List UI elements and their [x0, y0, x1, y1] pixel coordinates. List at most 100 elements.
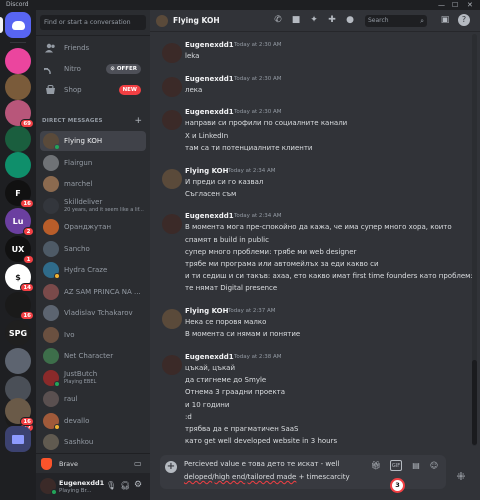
friends-icon: [44, 42, 56, 54]
voice-call-icon[interactable]: ✆: [272, 14, 284, 26]
unread-badge: 2: [23, 227, 34, 236]
avatar[interactable]: [162, 214, 182, 235]
server-icon[interactable]: 16: [5, 398, 34, 426]
sticker-icon[interactable]: ▤: [410, 460, 422, 471]
message-text: супер много проблеми: трябе ми web desig…: [185, 247, 357, 256]
server-icon[interactable]: $14: [5, 264, 34, 292]
dm-item[interactable]: devallo: [40, 411, 146, 431]
apps-icon[interactable]: ⁜: [452, 468, 470, 486]
header-avatar: [156, 15, 168, 27]
dm-name: AZ SAM PRINCA NA ...: [64, 287, 141, 296]
dm-item[interactable]: JustButch Playing EBEL: [40, 368, 146, 388]
server-icon[interactable]: 69: [5, 100, 34, 128]
headphones-icon[interactable]: 🎧︎: [120, 481, 130, 490]
sidebar-item-friends[interactable]: Friends: [40, 39, 146, 57]
user-panel: Eugenexdd1 Playing Br... 🎙︎ 🎧︎ ⚙: [36, 473, 150, 500]
gift-icon[interactable]: 🎁︎: [370, 460, 382, 471]
avatar[interactable]: [162, 76, 182, 97]
dm-item[interactable]: Sancho: [40, 239, 146, 259]
inbox-icon[interactable]: ▣: [439, 14, 451, 26]
avatar[interactable]: [162, 355, 182, 375]
composer-text-line2[interactable]: deloped/high end/tailored made + timesca…: [184, 473, 350, 481]
composer-text-line1[interactable]: Percieved value e това дето те искат - w…: [184, 460, 339, 468]
user-profile-icon[interactable]: ●: [344, 14, 356, 26]
upload-plus-icon[interactable]: +: [165, 461, 177, 473]
dm-name: Sashkou: [64, 438, 94, 446]
close-button[interactable]: ✕: [467, 0, 473, 10]
search-input[interactable]: Search ⌕: [365, 15, 427, 27]
server-icon[interactable]: [5, 152, 31, 178]
server-icon[interactable]: F 16: [5, 180, 34, 208]
dm-item[interactable]: Ivo: [40, 325, 146, 345]
server-label: F: [15, 188, 21, 198]
message-text: leka: [185, 52, 200, 60]
dm-item[interactable]: Flying KOH: [40, 131, 146, 151]
create-dm-icon[interactable]: +: [134, 116, 142, 126]
avatar[interactable]: [162, 43, 182, 63]
mic-icon[interactable]: 🎙︎: [106, 481, 116, 490]
dm-item[interactable]: Hydra Craze: [40, 260, 146, 280]
unread-badge: 16: [20, 199, 34, 208]
message-author[interactable]: Eugenexdd1: [185, 41, 234, 49]
gear-icon[interactable]: ⚙: [134, 480, 142, 490]
nitro-icon: [44, 63, 56, 75]
server-icon[interactable]: UX 1: [5, 236, 34, 264]
server-icon[interactable]: [5, 48, 31, 74]
rail-divider: [10, 42, 26, 43]
dm-item[interactable]: raul: [40, 389, 146, 409]
dm-item[interactable]: Vladislav Tchakarov: [40, 303, 146, 323]
message-author[interactable]: Eugenexdd1: [185, 108, 234, 116]
pin-icon[interactable]: ✦: [308, 14, 320, 26]
message-author[interactable]: Eugenexdd1: [185, 212, 234, 220]
message-author[interactable]: Eugenexdd1: [185, 353, 234, 361]
message-timestamp: Today at 2:30 AM: [234, 75, 282, 82]
message-text: :d: [185, 412, 192, 421]
window-titlebar: Discord — ☐ ✕: [0, 0, 480, 10]
server-icon[interactable]: 16: [5, 292, 34, 320]
dm-item[interactable]: Net Character: [40, 346, 146, 366]
message-text: и 10 години: [185, 400, 230, 409]
gif-icon[interactable]: GIF: [390, 460, 402, 471]
emoji-icon[interactable]: ☺: [428, 460, 440, 471]
sidebar-item-nitro[interactable]: Nitro ⊙ OFFER: [40, 60, 146, 78]
message-text: В момента си нямам и понятие: [185, 330, 301, 339]
unread-badge: 16: [20, 311, 34, 320]
discord-home-button[interactable]: [5, 12, 31, 38]
avatar: [43, 391, 59, 407]
find-conversation-input[interactable]: Find or start a conversation: [40, 15, 146, 30]
help-icon[interactable]: ?: [458, 14, 470, 26]
message-author[interactable]: Eugenexdd1: [185, 75, 234, 83]
dm-item[interactable]: Flairgun: [40, 153, 146, 173]
message-text: Отнема 3 граадни проекта: [185, 388, 286, 397]
message-author[interactable]: Flying KOH: [185, 307, 229, 315]
dm-name: raul: [64, 395, 78, 403]
message-text: направи си профили по социалните канали: [185, 119, 348, 128]
dm-item[interactable]: Sashkou: [40, 432, 146, 452]
server-icon[interactable]: [5, 126, 31, 152]
dm-name: Hydra Craze: [64, 266, 108, 274]
avatar[interactable]: [162, 309, 182, 330]
user-status: Playing Br...: [59, 488, 92, 494]
dm-item[interactable]: Skilldeliver 20 years, and it seem like a…: [40, 196, 146, 216]
activity-bar[interactable]: Brave ▭: [36, 453, 150, 473]
direct-messages-header: DIRECT MESSAGES: [42, 118, 103, 124]
server-icon[interactable]: [5, 348, 31, 374]
scrollbar-thumb[interactable]: [472, 360, 477, 445]
server-icon[interactable]: SPG: [5, 320, 31, 346]
avatar: [43, 434, 59, 450]
dm-item[interactable]: Оранджутан: [40, 217, 146, 237]
avatar[interactable]: [162, 110, 182, 131]
dm-item[interactable]: AZ SAM PRINCA NA ...: [40, 282, 146, 302]
video-call-icon[interactable]: ■: [290, 14, 302, 26]
add-friends-icon[interactable]: ✚: [326, 14, 338, 26]
server-folder-icon[interactable]: [5, 426, 31, 452]
message-author[interactable]: Flying KOH: [185, 167, 229, 175]
screen-share-icon[interactable]: ▭: [134, 459, 142, 468]
maximize-button[interactable]: ☐: [452, 0, 458, 10]
server-icon[interactable]: Lu 2: [5, 208, 34, 236]
dm-item[interactable]: marchel: [40, 174, 146, 194]
avatar[interactable]: [162, 168, 182, 189]
minimize-button[interactable]: —: [438, 0, 445, 10]
sidebar-item-shop[interactable]: Shop NEW: [40, 81, 146, 99]
server-icon[interactable]: [5, 74, 31, 100]
